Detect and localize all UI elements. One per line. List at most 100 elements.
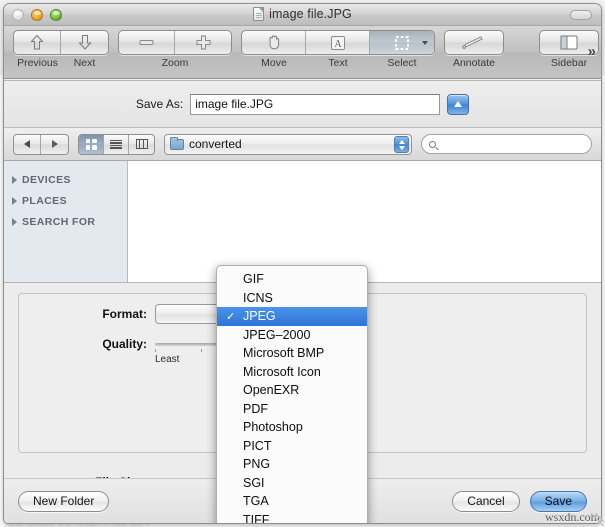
- file-list[interactable]: [128, 161, 601, 282]
- zoom-label: Zoom: [161, 57, 189, 69]
- text-tool-button[interactable]: A: [306, 31, 370, 54]
- format-menu-item-label: TGA: [243, 494, 269, 509]
- chevron-down-icon[interactable]: [422, 41, 428, 45]
- tools-segmented-control: A: [241, 30, 435, 55]
- previous-label: Previous: [17, 57, 58, 69]
- zoom-out-button[interactable]: [119, 31, 175, 54]
- file-name-input[interactable]: [190, 93, 441, 115]
- save-as-row: Save As:: [4, 81, 601, 128]
- format-menu-item-label: ICNS: [243, 290, 273, 305]
- back-button[interactable]: [14, 134, 41, 154]
- column-view-button[interactable]: [129, 135, 154, 154]
- stepper-up-icon: [398, 139, 405, 144]
- toolbar-group-zoom: Zoom: [118, 30, 232, 69]
- select-tool-button[interactable]: [370, 31, 434, 54]
- format-menu-item[interactable]: PDF: [217, 400, 367, 419]
- format-menu-item-label: PNG: [243, 457, 271, 472]
- sidebar-section-label: PLACES: [22, 194, 67, 207]
- zoom-segmented-control: [118, 30, 232, 55]
- title-bar[interactable]: image file.JPG: [4, 4, 601, 26]
- sidebar-section-search-for[interactable]: SEARCH FOR: [4, 211, 127, 232]
- annotate-label: Annotate: [452, 57, 496, 69]
- current-folder-popup[interactable]: converted: [164, 133, 412, 155]
- zoom-button[interactable]: [50, 9, 62, 21]
- format-menu-item[interactable]: GIF: [217, 270, 367, 289]
- current-folder-label: converted: [189, 137, 242, 151]
- format-menu-item[interactable]: JPEG–2000: [217, 326, 367, 345]
- view-mode-control: [78, 133, 155, 155]
- navigation-bar: converted: [4, 128, 601, 161]
- next-button[interactable]: [61, 31, 108, 54]
- format-menu-item[interactable]: Photoshop: [217, 418, 367, 437]
- annotate-control: [444, 30, 504, 55]
- annotate-button[interactable]: [445, 31, 503, 54]
- format-menu-item-label: Microsoft Icon: [243, 364, 321, 379]
- format-label: Format:: [102, 307, 147, 321]
- navigate-labels: Previous Next: [14, 57, 108, 69]
- columns-icon: [135, 139, 148, 149]
- chevron-right-icon[interactable]: [12, 217, 17, 226]
- cancel-button[interactable]: Cancel: [452, 490, 520, 512]
- back-forward-control: [13, 133, 69, 155]
- format-menu-item[interactable]: PNG: [217, 455, 367, 474]
- folder-icon: [170, 136, 184, 150]
- preview-window: image file.JPG Previous Next Zoom A Move…: [4, 4, 601, 523]
- chevron-left-icon: [24, 140, 30, 148]
- navigate-segmented-control: [13, 30, 109, 55]
- stepper-down-icon: [398, 145, 405, 150]
- minus-icon: [139, 40, 154, 45]
- previous-button[interactable]: [14, 31, 61, 54]
- window-title: image file.JPG: [269, 7, 352, 21]
- format-menu-item-label: OpenEXR: [243, 383, 300, 398]
- chevron-right-icon[interactable]: [12, 175, 17, 184]
- minimize-button[interactable]: [31, 9, 43, 21]
- format-menu-item-label: PDF: [243, 401, 268, 416]
- toolbar-group-annotate: Annotate: [444, 30, 504, 69]
- select-label: Select: [387, 57, 417, 69]
- expand-dialog-button[interactable]: [447, 93, 470, 115]
- format-dropdown-menu[interactable]: GIF ICNS ✓ JPEG JPEG–2000 Microsoft BMP Micros…: [216, 265, 368, 523]
- move-label: Move: [261, 57, 287, 69]
- chevron-right-icon[interactable]: [12, 196, 17, 205]
- sidebar-section-places[interactable]: PLACES: [4, 190, 127, 211]
- text-label: Text: [328, 57, 348, 69]
- document-icon: [253, 7, 265, 21]
- format-menu-item-label: SGI: [243, 475, 265, 490]
- format-menu-item[interactable]: ICNS: [217, 289, 367, 308]
- toolbar-overflow-button[interactable]: »: [588, 43, 596, 60]
- triangle-up-icon: [454, 101, 463, 107]
- forward-button[interactable]: [41, 135, 68, 154]
- toolbar-group-navigate: Previous Next: [13, 30, 109, 69]
- arrow-up-icon: [30, 34, 44, 50]
- browser-sidebar: DEVICES PLACES SEARCH FOR: [4, 161, 128, 282]
- move-tool-button[interactable]: [242, 31, 306, 54]
- save-button[interactable]: Save: [529, 490, 587, 512]
- list-icon: [110, 139, 122, 149]
- close-button[interactable]: [12, 9, 24, 21]
- format-menu-item[interactable]: Microsoft Icon: [217, 363, 367, 382]
- format-menu-item[interactable]: TIFF: [217, 511, 367, 523]
- format-menu-item[interactable]: TGA: [217, 492, 367, 511]
- format-menu-item[interactable]: SGI: [217, 474, 367, 493]
- format-menu-item-label: PICT: [243, 438, 272, 453]
- icon-view-button[interactable]: [79, 134, 104, 154]
- toolbar-toggle-button[interactable]: [570, 10, 592, 20]
- format-menu-item[interactable]: Microsoft BMP: [217, 344, 367, 363]
- format-menu-item-label: JPEG: [243, 309, 276, 324]
- zoom-in-button[interactable]: [175, 31, 231, 54]
- new-folder-button[interactable]: New Folder: [18, 490, 110, 512]
- sidebar-section-devices[interactable]: DEVICES: [4, 169, 127, 190]
- quality-least-label: Least: [155, 354, 180, 365]
- save-as-label: Save As:: [135, 97, 184, 111]
- sidebar-section-label: SEARCH FOR: [22, 215, 96, 228]
- format-menu-item-label: Photoshop: [243, 420, 303, 435]
- format-menu-item[interactable]: PICT: [217, 437, 367, 456]
- resize-handle[interactable]: [591, 513, 604, 526]
- toolbar-group-tools: A Move Text Select: [241, 30, 435, 69]
- format-menu-item[interactable]: ✓ JPEG: [217, 307, 367, 326]
- folder-stepper[interactable]: [394, 136, 409, 153]
- marquee-select-icon: [395, 35, 409, 50]
- format-menu-item[interactable]: OpenEXR: [217, 381, 367, 400]
- list-view-button[interactable]: [104, 134, 129, 154]
- search-field[interactable]: [421, 134, 592, 154]
